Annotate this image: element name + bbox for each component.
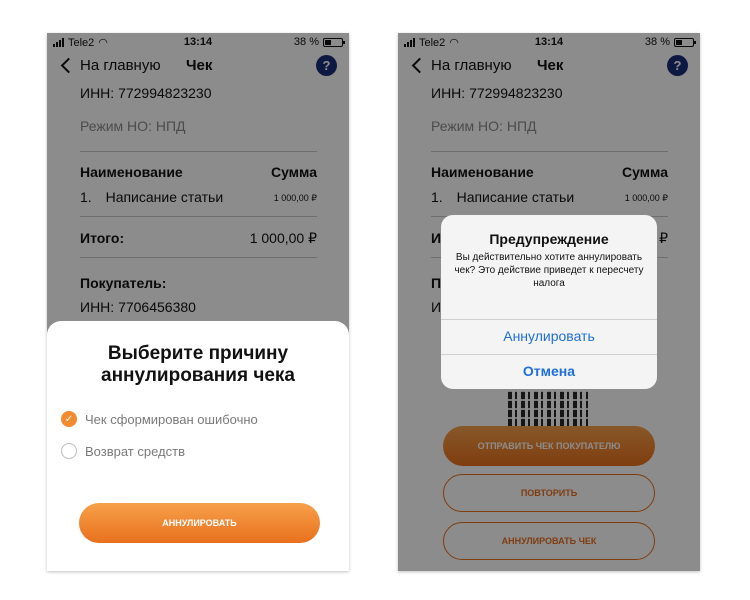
option-label: Возврат средств <box>85 443 185 459</box>
alert-confirm-button[interactable]: Аннулировать <box>441 319 657 353</box>
option-label: Чек сформирован ошибочно <box>85 411 258 427</box>
option-refund[interactable]: Возврат средств <box>61 443 185 459</box>
radio-icon <box>61 443 77 459</box>
option-erroneous[interactable]: ✓ Чек сформирован ошибочно <box>61 411 258 427</box>
alert-message: Вы действительно хотите аннулировать чек… <box>454 252 644 289</box>
phone-screen-confirm-alert: Tele2 ◠ 13:14 38 % На главную Чек ? ИНН:… <box>398 33 700 571</box>
phone-screen-cancel-reason: Tele2 ◠ 13:14 38 % На главную Чек ? ИНН:… <box>47 33 349 571</box>
checkmark-icon: ✓ <box>61 411 77 427</box>
sheet-title: Выберите причину аннулирования чека <box>101 343 295 386</box>
alert-cancel-button[interactable]: Отмена <box>441 354 657 388</box>
cancel-reason-sheet: Выберите причину аннулирования чека ✓ Че… <box>47 321 349 571</box>
confirm-alert: Предупреждение Вы действительно хотите а… <box>441 215 657 389</box>
alert-title: Предупреждение <box>489 231 609 247</box>
annul-button[interactable]: АННУЛИРОВАТЬ <box>79 503 320 543</box>
